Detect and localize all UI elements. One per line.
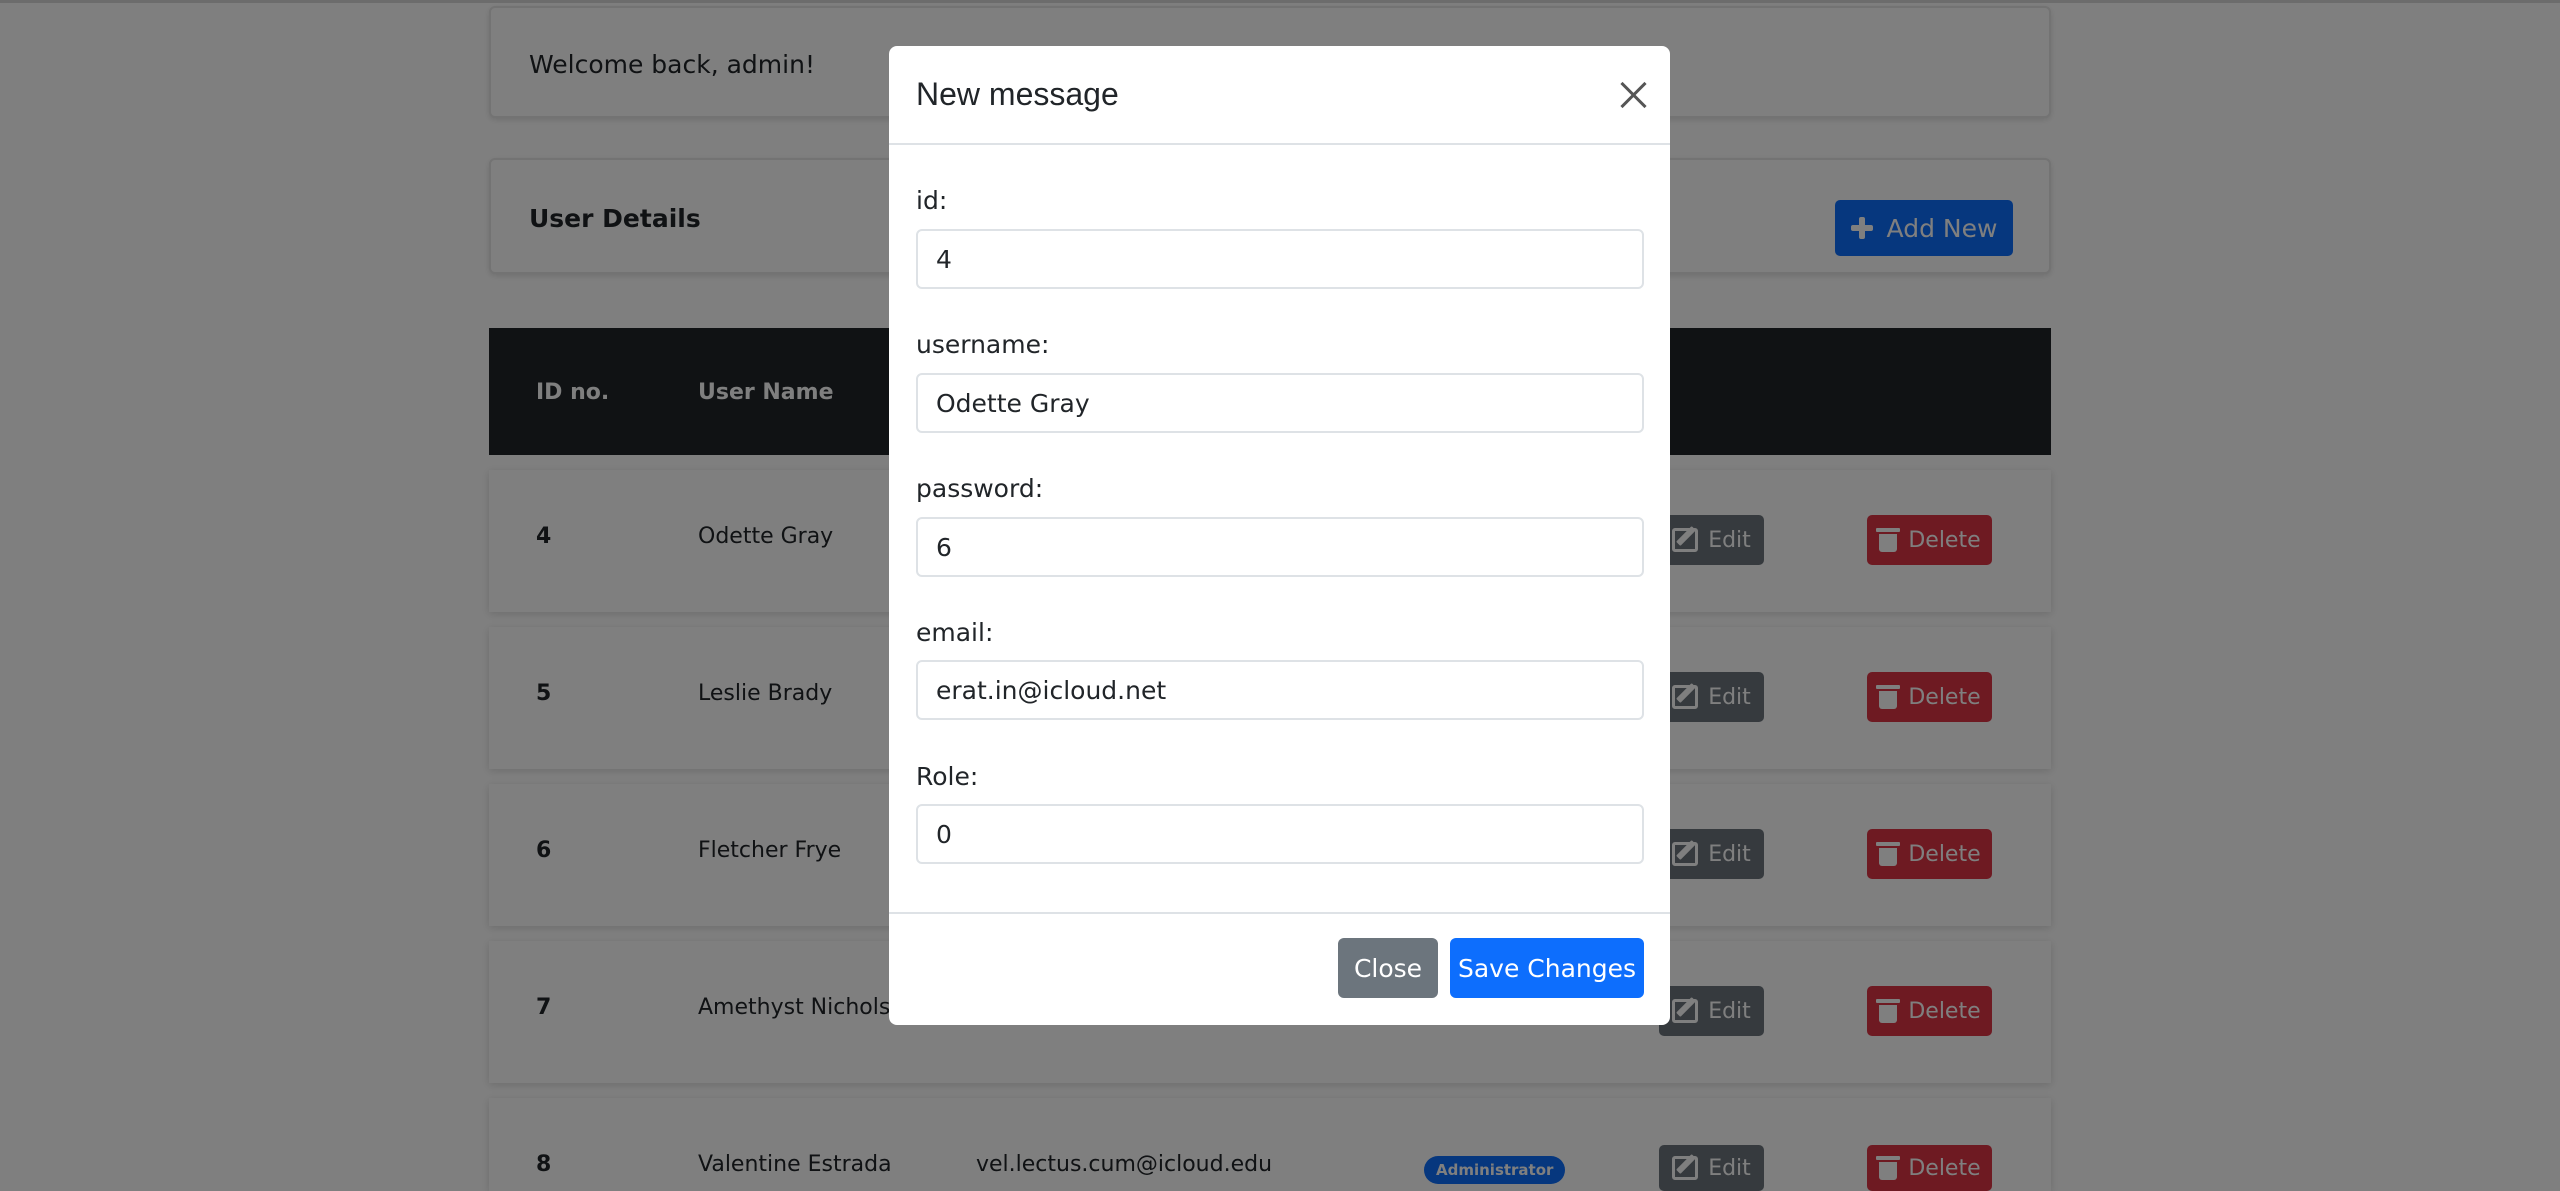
password-input[interactable] xyxy=(916,517,1644,577)
id-input[interactable] xyxy=(916,229,1644,289)
close-icon[interactable] xyxy=(1613,74,1653,114)
id-label: id: xyxy=(916,186,948,215)
role-input[interactable] xyxy=(916,804,1644,864)
role-label: Role: xyxy=(916,762,979,791)
password-label: password: xyxy=(916,474,1044,503)
username-input[interactable] xyxy=(916,373,1644,433)
close-button[interactable]: Close xyxy=(1338,938,1438,998)
edit-user-modal: New message id: username: password: emai… xyxy=(889,46,1670,1025)
modal-title: New message xyxy=(916,76,1119,112)
email-label: email: xyxy=(916,618,994,647)
email-input[interactable] xyxy=(916,660,1644,720)
save-changes-button[interactable]: Save Changes xyxy=(1450,938,1644,998)
username-label: username: xyxy=(916,330,1050,359)
modal-header: New message xyxy=(889,46,1670,145)
